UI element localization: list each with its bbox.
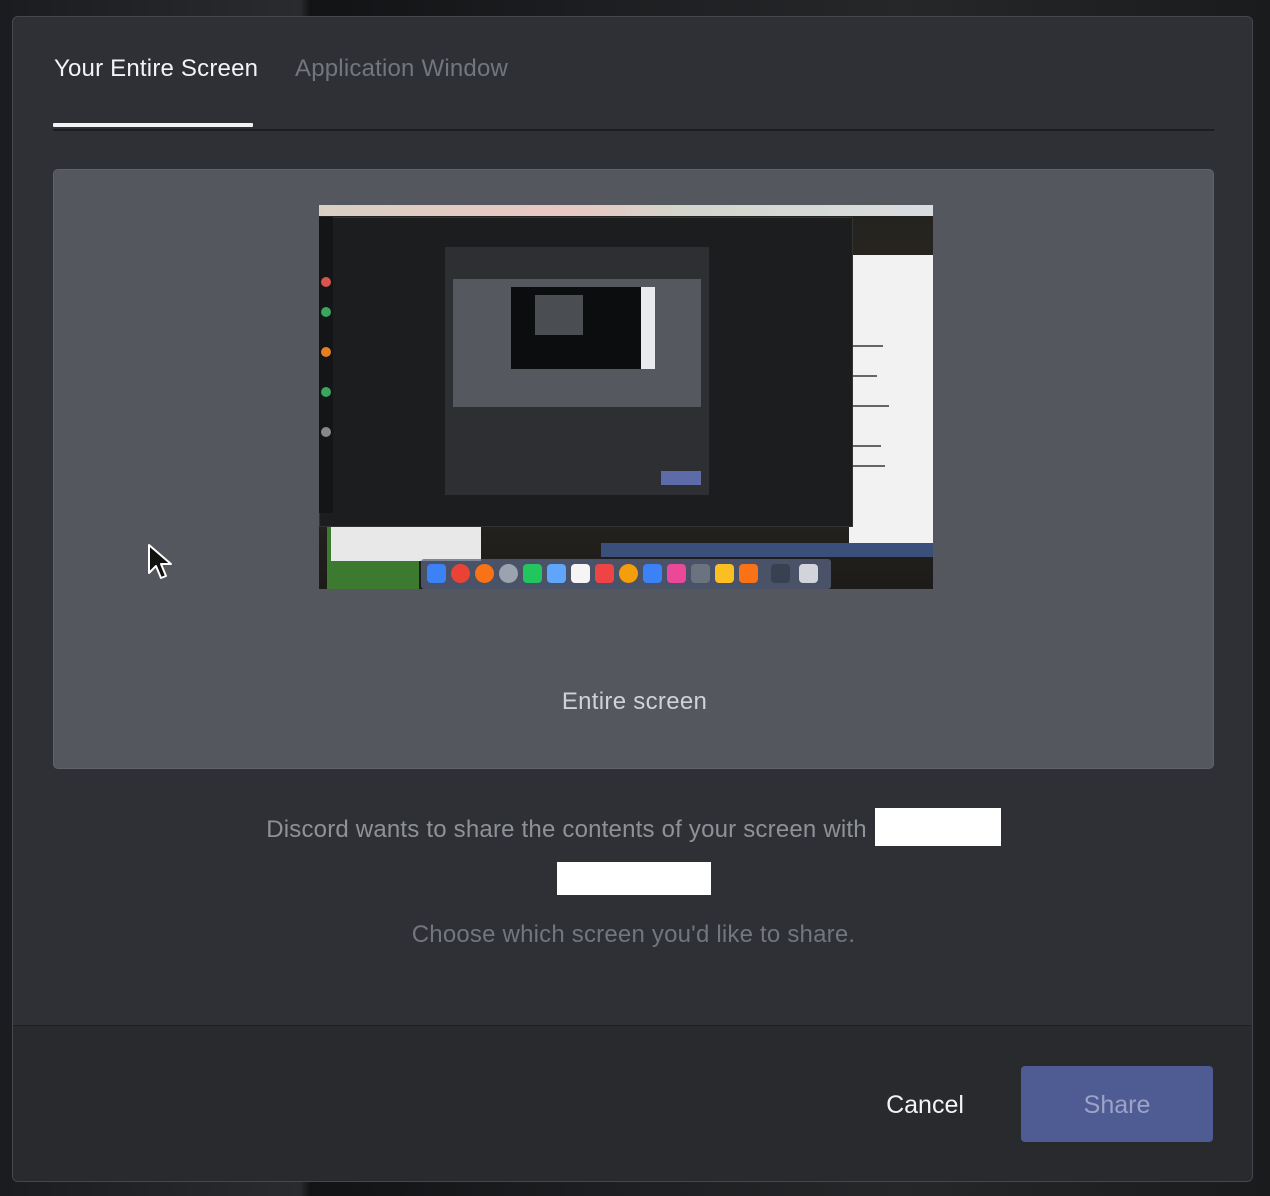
thumbnail-server-sidebar (319, 217, 333, 513)
thumbnail-dock (421, 559, 831, 589)
thumbnail-light-window (331, 525, 481, 561)
choose-screen-hint: Choose which screen you'd like to share. (411, 921, 856, 948)
share-button[interactable]: Share (1021, 1066, 1213, 1142)
tab-entire-screen[interactable]: Your Entire Screen (54, 55, 258, 83)
source-tabs: Your Entire Screen Application Window (53, 17, 1214, 131)
cancel-button[interactable]: Cancel (865, 1066, 985, 1142)
entire-screen-label: Entire screen (561, 688, 708, 715)
redacted-block-2 (556, 862, 711, 896)
redacted-block (874, 807, 1001, 846)
tab-application-window[interactable]: Application Window (295, 55, 508, 83)
thumbnail-nested-screenshot (511, 287, 655, 369)
share-request-text: Discord wants to share the contents of y… (266, 816, 867, 843)
thumbnail-document-window (849, 255, 933, 545)
screen-share-dialog: Your Entire Screen Application Window En… (12, 16, 1253, 1182)
share-request-message: Discord wants to share the contents of y… (53, 807, 1214, 899)
thumbnail-share-button (661, 471, 701, 485)
entire-screen-option[interactable]: Entire screen (53, 169, 1214, 769)
thumbnail-menubar (319, 205, 933, 216)
dialog-footer: Cancel Share (13, 1025, 1252, 1181)
screen-thumbnail (319, 205, 933, 589)
mouse-pointer-icon (148, 544, 172, 579)
active-tab-indicator (53, 123, 253, 127)
thumbnail-taskbar-strip (601, 543, 933, 557)
